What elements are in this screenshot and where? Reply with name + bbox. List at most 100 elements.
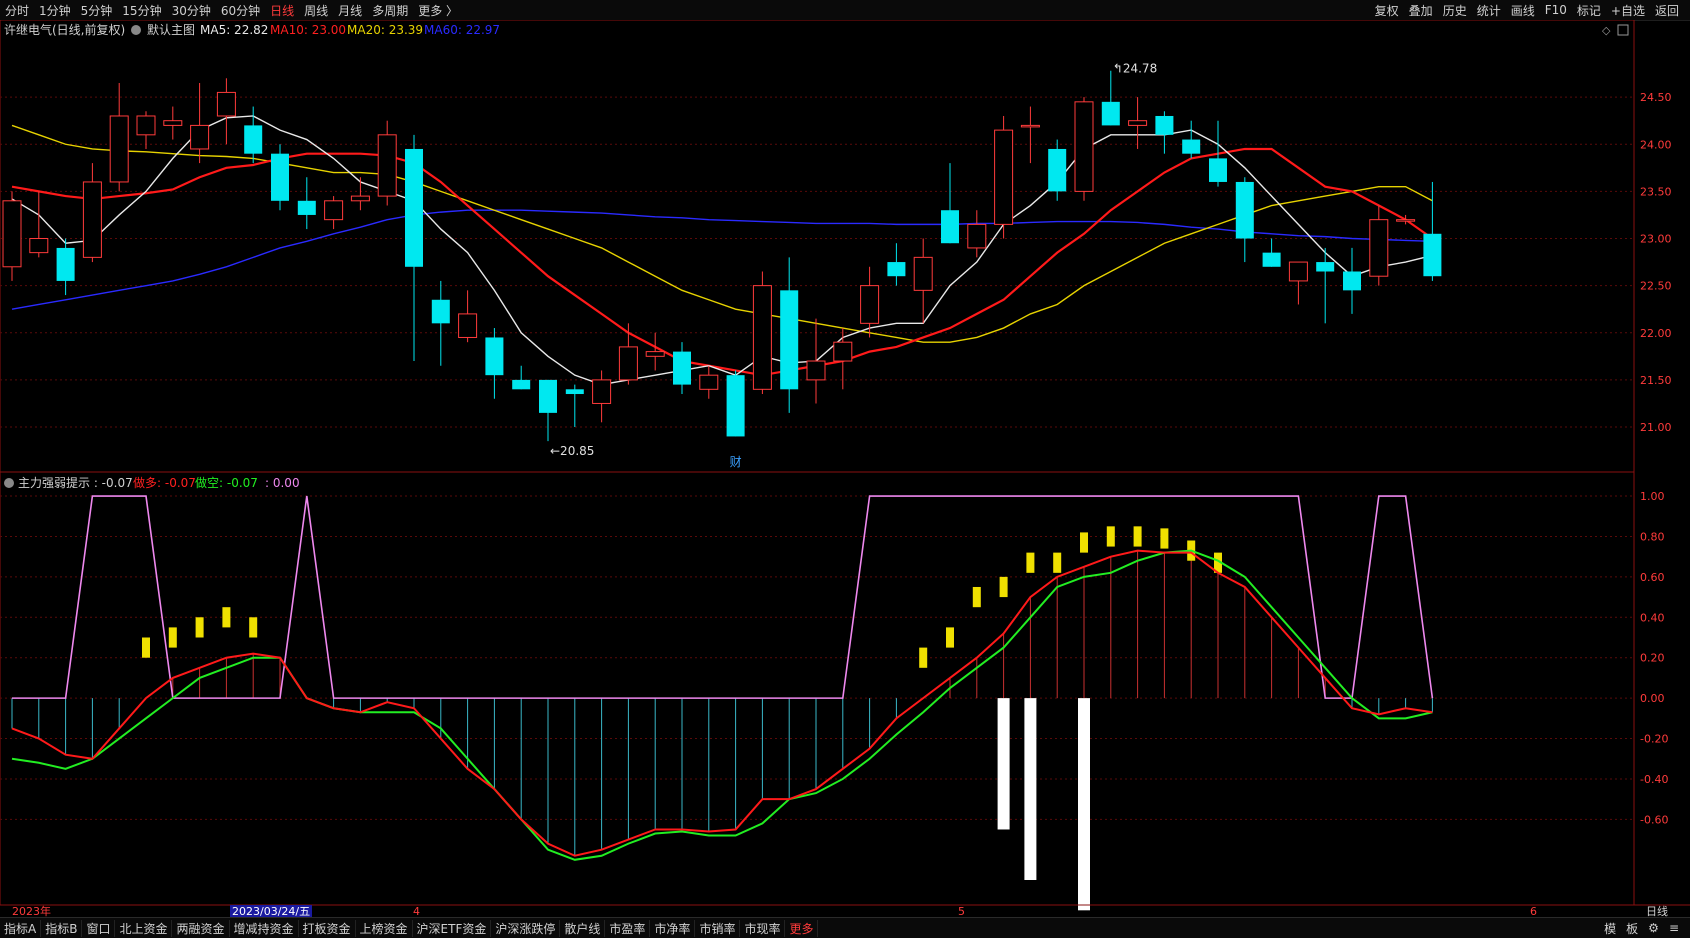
candle-body [565,389,584,395]
y-tick-label: 1.00 [1640,490,1665,503]
tab-etf-funds[interactable]: 沪深ETF资金 [413,919,492,937]
stock-chart[interactable]: 24.50 24.00 23.50 23.00 22.50 22.00 21.50 21.00… [0,20,1690,917]
candle-body [271,153,289,201]
tab-northbound[interactable]: 北上资金 [115,919,173,937]
period-weekly[interactable]: 周线 [299,2,333,19]
settings-dot-icon[interactable] [131,25,141,35]
tab-retail-line[interactable]: 散户线 [560,919,606,937]
candle-body [163,120,183,126]
y-tick-label: 24.00 [1640,138,1672,151]
tab-indicator-b[interactable]: 指标B [41,919,83,937]
period-fenshi[interactable]: 分时 [0,2,34,19]
period-1min[interactable]: 1分钟 [34,2,76,19]
candle-body [994,129,1014,225]
y-tick-label: 23.50 [1640,185,1672,198]
board-button[interactable]: 板 [1621,920,1643,937]
candle-body [1288,261,1308,282]
stats-button[interactable]: 统计 [1472,2,1506,19]
candle-body [458,313,478,338]
signal-bar-white [997,698,1010,830]
candle-body [297,200,316,215]
candle-body [1048,148,1067,192]
candle-body [136,115,156,136]
y-tick-label: 0.00 [1640,692,1665,705]
candle-body [512,379,531,390]
menu-icon[interactable]: ≡ [1664,921,1684,935]
candle-body [941,210,959,244]
mark-button[interactable]: 标记 [1572,2,1606,19]
draw-button[interactable]: 画线 [1506,2,1540,19]
long-label: 做多: -0.07 [133,475,196,490]
candle-body [1316,262,1335,272]
candle-body [673,351,691,385]
candle-body [190,124,210,150]
candle-body [244,125,263,154]
extra-label: : 0.00 [265,476,300,490]
tab-pe[interactable]: 市盈率 [605,919,651,937]
overlay-button[interactable]: 叠加 [1404,2,1438,19]
tab-pcf[interactable]: 市现率 [740,919,786,937]
gear-icon[interactable]: ⚙ [1643,921,1664,935]
candle-body [109,115,129,183]
y-tick-label: 24.50 [1640,91,1672,104]
signal-bar-yellow [1080,532,1088,553]
candle-body [216,91,236,117]
y-tick-label: 21.00 [1640,421,1672,434]
y-tick-label: 22.50 [1640,280,1672,293]
tab-holding-change[interactable]: 增减持资金 [230,919,299,937]
candle-body [1396,219,1416,222]
period-multi[interactable]: 多周期 [367,2,413,19]
tab-limit-up-funds[interactable]: 打板资金 [299,919,356,937]
period-more[interactable]: 更多 〉 [413,2,463,19]
stock-title: 许继电气(日线,前复权) [4,22,125,37]
main-chart-label: 默认主图 [147,22,195,37]
signal-bar-white [1024,698,1037,880]
candle-body [539,379,557,413]
candle-body [1369,219,1389,277]
tab-billboard-funds[interactable]: 上榜资金 [356,919,413,937]
f10-button[interactable]: F10 [1540,3,1572,17]
y-tick-label: -0.20 [1640,733,1668,746]
signal-bar-yellow [1133,526,1142,547]
candle-body [29,238,49,254]
indicator-settings-icon[interactable] [4,478,14,488]
tab-ps[interactable]: 市销率 [695,919,741,937]
period-15min[interactable]: 15分钟 [117,2,166,19]
candle-body [1262,252,1281,267]
y-tick-label: 21.50 [1640,374,1672,387]
tab-indicator-a[interactable]: 指标A [0,919,42,937]
tab-pb[interactable]: 市净率 [650,919,696,937]
tab-margin[interactable]: 两融资金 [172,919,230,937]
financial-event-marker[interactable]: 财 [730,455,742,469]
add-watchlist-button[interactable]: +自选 [1606,2,1650,19]
date-axis: 2023年 2023/03/24/五 4 5 6 日线 [0,904,1690,917]
candle-body [645,351,665,357]
diamond-icon[interactable]: ◇ [1602,24,1611,37]
signal-bar-yellow [999,576,1008,598]
period-5min[interactable]: 5分钟 [76,2,118,19]
y-tick-label: 22.00 [1640,327,1672,340]
period-monthly[interactable]: 月线 [333,2,367,19]
signal-bar-yellow [222,607,231,628]
period-30min[interactable]: 30分钟 [167,2,216,19]
period-daily[interactable]: 日线 [265,2,299,19]
candle-body [1101,101,1120,126]
fuquan-button[interactable]: 复权 [1370,2,1404,19]
tab-window[interactable]: 窗口 [82,919,116,937]
toolbar-right: 复权 叠加 历史 统计 画线 F10 标记 +自选 返回 [1370,0,1684,20]
candle-body [833,341,853,362]
history-button[interactable]: 历史 [1438,2,1472,19]
candle-body [699,374,719,390]
tab-limit-stats[interactable]: 沪深涨跌停 [491,919,561,937]
candle-body [82,181,102,258]
y-tick-label: -0.60 [1640,813,1668,826]
back-button[interactable]: 返回 [1650,2,1684,19]
date-label-may: 5 [958,905,965,917]
candle-body [350,195,370,202]
candle-body [913,256,933,291]
candle-body [726,375,745,437]
template-button[interactable]: 模 [1599,920,1621,937]
tab-more[interactable]: 更多 [785,919,819,937]
signal-bar-yellow [168,627,177,648]
period-60min[interactable]: 60分钟 [216,2,265,19]
